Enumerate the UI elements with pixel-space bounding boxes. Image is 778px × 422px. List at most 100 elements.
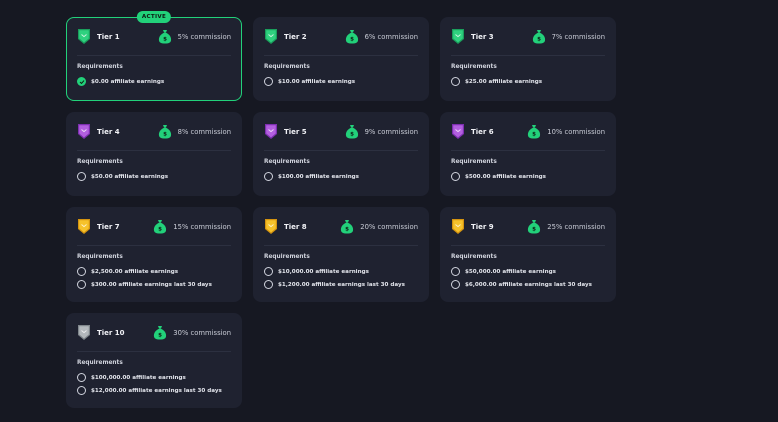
requirements-list: $100,000.00 affiliate earnings $12,000.0… [77, 371, 231, 397]
tier-name: Tier 4 [97, 127, 120, 136]
requirement-item: $50.00 affiliate earnings [77, 170, 231, 183]
requirement-item: $1,200.00 affiliate earnings last 30 day… [264, 278, 418, 291]
svg-text:$: $ [158, 227, 162, 233]
requirements-list: $25.00 affiliate earnings [451, 75, 605, 88]
tier-name: Tier 9 [471, 222, 494, 231]
requirement-text: $50,000.00 affiliate earnings [465, 268, 556, 275]
empty-circle-icon [264, 267, 273, 276]
requirement-text: $50.00 affiliate earnings [91, 173, 169, 180]
requirement-text: $25.00 affiliate earnings [465, 78, 543, 85]
tier-card-9: Tier 9 $ 25% commission Requirements $50… [440, 207, 616, 302]
money-bag-icon: $ [345, 124, 359, 139]
requirement-text: $100.00 affiliate earnings [278, 173, 360, 180]
tier-shield-icon [264, 28, 278, 45]
requirements-heading: Requirements [77, 254, 123, 260]
money-bag-icon: $ [345, 29, 359, 44]
tier-card-3: Tier 3 $ 7% commission Requirements $25.… [440, 17, 616, 101]
empty-circle-icon [77, 280, 86, 289]
tier-card-4: Tier 4 $ 8% commission Requirements $50.… [66, 112, 242, 196]
tier-name: Tier 1 [97, 32, 120, 41]
tier-grid: ACTIVE Tier 1 $ 5% commission Requiremen… [66, 11, 616, 408]
requirement-text: $100,000.00 affiliate earnings [91, 374, 186, 381]
empty-circle-icon [451, 77, 460, 86]
requirements-heading: Requirements [77, 360, 123, 366]
empty-circle-icon [77, 267, 86, 276]
commission-rate: 20% commission [360, 222, 418, 231]
svg-text:$: $ [163, 37, 167, 43]
requirements-list: $500.00 affiliate earnings [451, 170, 605, 183]
commission-rate: 9% commission [364, 127, 418, 136]
requirements-heading: Requirements [451, 159, 497, 165]
commission-rate: 7% commission [551, 32, 605, 41]
empty-circle-icon [77, 373, 86, 382]
requirements-heading: Requirements [451, 64, 497, 70]
requirement-text: $300.00 affiliate earnings last 30 days [91, 281, 212, 288]
money-bag-icon: $ [158, 29, 172, 44]
requirement-text: $10,000.00 affiliate earnings [278, 268, 369, 275]
tier-header: Tier 10 $ 30% commission [77, 314, 231, 352]
tier-card-8: Tier 8 $ 20% commission Requirements $10… [253, 207, 429, 302]
money-bag-icon: $ [153, 219, 167, 234]
tier-header: Tier 6 $ 10% commission [451, 113, 605, 151]
requirements-heading: Requirements [77, 64, 123, 70]
commission-rate: 30% commission [173, 328, 231, 337]
requirement-text: $6,000.00 affiliate earnings last 30 day… [465, 281, 592, 288]
svg-text:$: $ [163, 132, 167, 138]
requirement-item: $0.00 affiliate earnings [77, 75, 231, 88]
tier-card-1: ACTIVE Tier 1 $ 5% commission Requiremen… [66, 11, 242, 101]
money-bag-icon: $ [527, 124, 541, 139]
tier-header: Tier 2 $ 6% commission [264, 18, 418, 56]
requirement-text: $1,200.00 affiliate earnings last 30 day… [278, 281, 405, 288]
requirements-heading: Requirements [264, 64, 310, 70]
money-bag-icon: $ [158, 124, 172, 139]
tier-card-5: Tier 5 $ 9% commission Requirements $100… [253, 112, 429, 196]
tier-shield-icon [451, 28, 465, 45]
tier-shield-icon [264, 123, 278, 140]
empty-circle-icon [77, 172, 86, 181]
money-bag-icon: $ [527, 219, 541, 234]
requirement-text: $2,500.00 affiliate earnings [91, 268, 179, 275]
requirements-list: $50.00 affiliate earnings [77, 170, 231, 183]
requirement-text: $0.00 affiliate earnings [91, 78, 165, 85]
requirement-item: $2,500.00 affiliate earnings [77, 265, 231, 278]
svg-text:$: $ [532, 132, 536, 138]
requirements-heading: Requirements [77, 159, 123, 165]
commission-rate: 25% commission [547, 222, 605, 231]
requirement-item: $10,000.00 affiliate earnings [264, 265, 418, 278]
tier-card-10: Tier 10 $ 30% commission Requirements $1… [66, 313, 242, 408]
requirements-list: $0.00 affiliate earnings [77, 75, 231, 88]
tier-header: Tier 3 $ 7% commission [451, 18, 605, 56]
commission-rate: 6% commission [364, 32, 418, 41]
tier-shield-icon [264, 218, 278, 235]
tier-name: Tier 3 [471, 32, 494, 41]
requirements-list: $2,500.00 affiliate earnings $300.00 aff… [77, 265, 231, 291]
svg-text:$: $ [532, 227, 536, 233]
requirement-text: $500.00 affiliate earnings [465, 173, 547, 180]
tier-header: Tier 5 $ 9% commission [264, 113, 418, 151]
tier-name: Tier 7 [97, 222, 120, 231]
requirement-item: $6,000.00 affiliate earnings last 30 day… [451, 278, 605, 291]
check-circle-icon [77, 77, 86, 86]
empty-circle-icon [264, 172, 273, 181]
tier-card-7: Tier 7 $ 15% commission Requirements $2,… [66, 207, 242, 302]
tier-card-6: Tier 6 $ 10% commission Requirements $50… [440, 112, 616, 196]
empty-circle-icon [451, 280, 460, 289]
tier-name: Tier 8 [284, 222, 307, 231]
tier-name: Tier 10 [97, 328, 125, 337]
empty-circle-icon [451, 267, 460, 276]
requirements-list: $100.00 affiliate earnings [264, 170, 418, 183]
requirements-list: $10.00 affiliate earnings [264, 75, 418, 88]
commission-rate: 5% commission [177, 32, 231, 41]
active-badge: ACTIVE [136, 11, 172, 23]
requirement-item: $100,000.00 affiliate earnings [77, 371, 231, 384]
svg-text:$: $ [350, 132, 354, 138]
money-bag-icon: $ [340, 219, 354, 234]
tier-header: Tier 7 $ 15% commission [77, 208, 231, 246]
empty-circle-icon [451, 172, 460, 181]
money-bag-icon: $ [153, 325, 167, 340]
tier-shield-icon [77, 123, 91, 140]
requirements-heading: Requirements [264, 254, 310, 260]
tier-name: Tier 5 [284, 127, 307, 136]
tier-header: Tier 9 $ 25% commission [451, 208, 605, 246]
requirements-list: $50,000.00 affiliate earnings $6,000.00 … [451, 265, 605, 291]
